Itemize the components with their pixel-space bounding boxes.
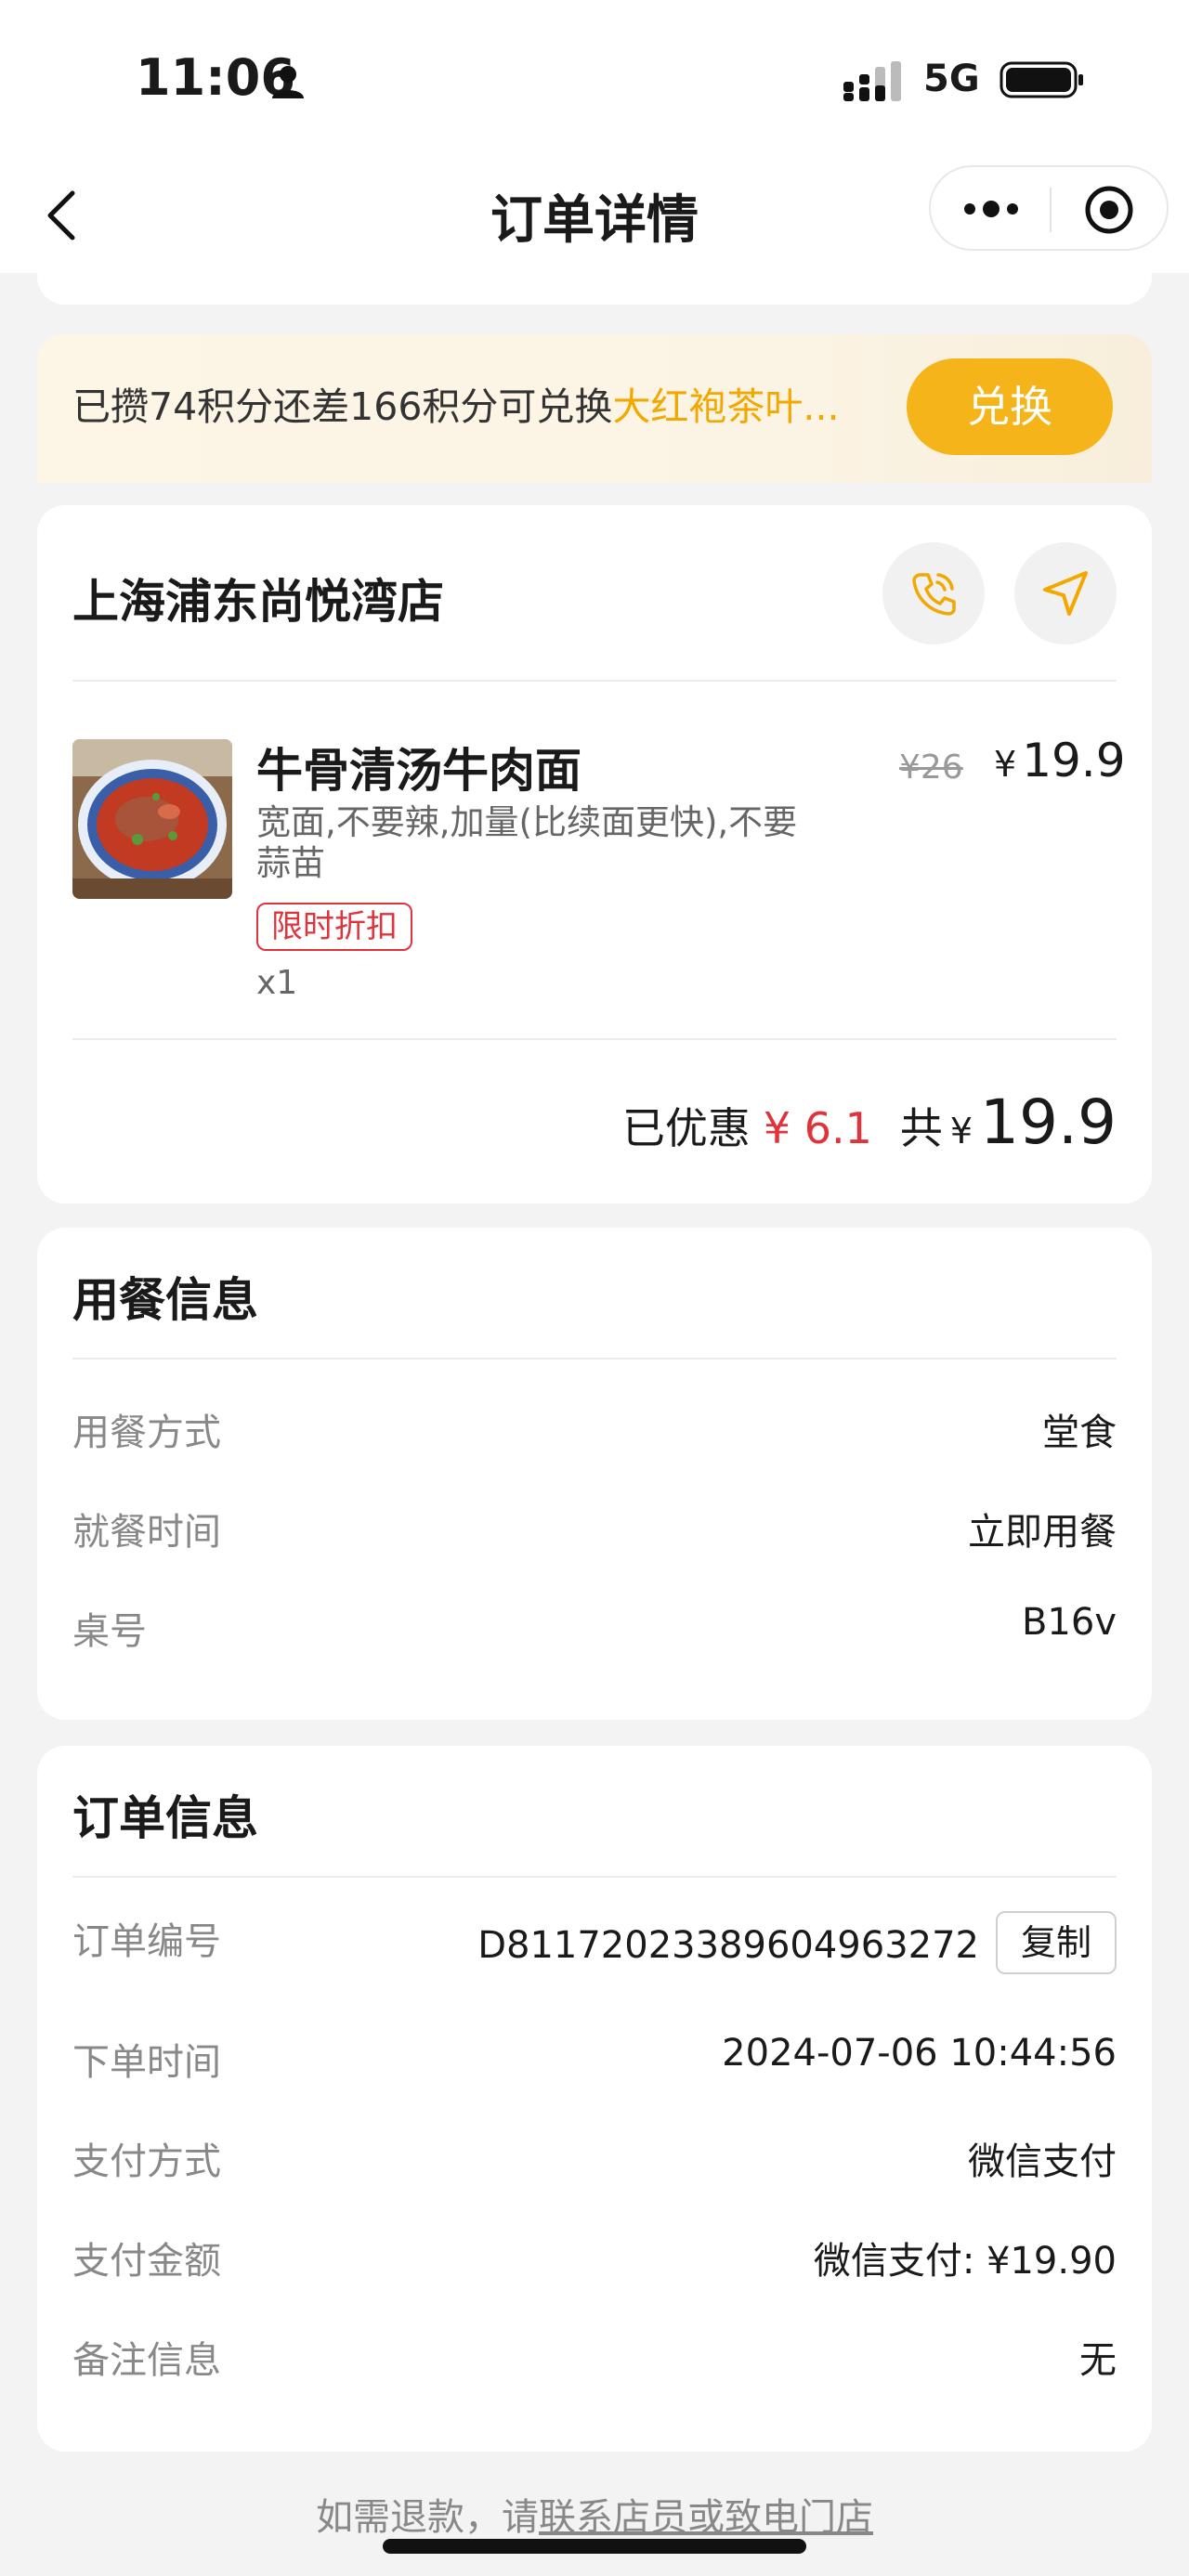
refund-note: 如需退款，请联系店员或致电门店	[0, 2487, 1189, 2541]
points-text: 已攒74积分还差166积分可兑换大红袍茶叶...	[72, 375, 840, 431]
store-divider	[72, 680, 1117, 682]
dine-info-divider	[72, 1358, 1117, 1360]
previous-card-edge	[37, 273, 1152, 305]
person-icon	[272, 66, 304, 98]
info-key: 就餐时间	[72, 1511, 221, 1554]
info-row: 备注信息 无	[72, 2322, 1117, 2382]
navigate-icon	[1043, 571, 1088, 616]
current-price: ¥19.9	[994, 734, 1126, 787]
copy-button[interactable]: 复制	[996, 1911, 1117, 1974]
order-number: D81172023389604963272	[477, 1924, 979, 1967]
nav-bar: 订单详情	[0, 158, 1189, 273]
info-key: 支付方式	[72, 2140, 221, 2183]
info-value: 微信支付: ¥19.90	[813, 2240, 1117, 2283]
discount-label: 已优惠	[621, 1103, 751, 1153]
store-card: 上海浦东尚悦湾店 牛骨清汤牛肉面 宽面,不要辣,加量(比续面更快),不要蒜苗 限…	[37, 505, 1152, 1203]
info-value: 2024-07-06 10:44:56	[722, 2032, 1117, 2075]
info-key: 桌号	[72, 1610, 147, 1653]
home-indicator[interactable]	[383, 2539, 806, 2554]
store-name: 上海浦东尚悦湾店	[72, 575, 444, 629]
info-row: 下单时间 2024-07-06 10:44:56	[72, 2024, 1117, 2084]
info-value: 堂食	[1042, 1412, 1117, 1454]
info-row: 用餐方式 堂食	[72, 1395, 1117, 1454]
item-divider	[72, 1038, 1117, 1040]
order-info-divider	[72, 1876, 1117, 1878]
call-store-button[interactable]	[882, 542, 985, 644]
more-icon[interactable]	[959, 188, 1024, 230]
points-prefix: 已攒74积分还差166积分可兑换	[72, 384, 613, 429]
navigate-store-button[interactable]	[1014, 542, 1117, 644]
refund-note-prefix: 如需退款，请	[316, 2496, 539, 2539]
info-value: B16v	[1021, 1601, 1117, 1644]
redeem-button[interactable]: 兑换	[907, 358, 1113, 455]
capsule-divider	[1050, 188, 1052, 232]
info-key: 支付金额	[72, 2240, 221, 2283]
dine-info-card: 用餐信息 用餐方式 堂食 就餐时间 立即用餐 桌号 B16v	[37, 1228, 1152, 1720]
price-summary: 已优惠 ¥ 6.1 共 ¥ 19.9	[622, 1086, 1117, 1158]
total-currency: ¥	[949, 1111, 973, 1151]
target-icon[interactable]	[1083, 184, 1135, 236]
dish-name: 牛骨清汤牛肉面	[256, 744, 581, 798]
info-row: 就餐时间 立即用餐	[72, 1494, 1117, 1554]
mini-program-capsule	[929, 165, 1169, 251]
info-key: 用餐方式	[72, 1412, 221, 1454]
total-value: 19.9	[980, 1086, 1117, 1158]
info-key: 下单时间	[72, 2041, 221, 2084]
points-banner: 已攒74积分还差166积分可兑换大红袍茶叶... 兑换	[37, 334, 1152, 483]
info-row: 订单编号 D81172023389604963272 复制	[72, 1911, 1117, 1976]
signal-icon	[843, 61, 901, 101]
dish-image	[72, 739, 232, 899]
info-value: 微信支付	[968, 2140, 1117, 2183]
phone-icon	[912, 573, 956, 616]
dine-info-title: 用餐信息	[72, 1273, 258, 1327]
discount-value: ¥ 6.1	[763, 1103, 872, 1153]
battery-icon	[1000, 61, 1083, 98]
info-row: 支付方式 微信支付	[72, 2124, 1117, 2183]
contact-store-link[interactable]: 联系店员或致电门店	[539, 2496, 873, 2539]
status-bar: 11:06 5G	[0, 0, 1189, 158]
order-info-card: 订单信息 订单编号 D81172023389604963272 复制 下单时间 …	[37, 1746, 1152, 2452]
info-key: 备注信息	[72, 2339, 221, 2382]
dish-spec: 宽面,不要辣,加量(比续面更快),不要蒜苗	[256, 802, 798, 883]
currency-symbol: ¥	[994, 744, 1017, 785]
dish-quantity: x1	[256, 964, 298, 1002]
info-value: 无	[1079, 2339, 1117, 2382]
discount-tag: 限时折扣	[256, 903, 412, 951]
total-label: 共	[899, 1103, 943, 1153]
original-price: ¥26	[899, 748, 963, 787]
info-key: 订单编号	[72, 1920, 221, 1963]
info-row: 桌号 B16v	[72, 1594, 1117, 1653]
price-value: 19.9	[1022, 734, 1126, 787]
order-info-title: 订单信息	[72, 1791, 258, 1845]
network-label: 5G	[923, 58, 980, 100]
points-reward[interactable]: 大红袍茶叶...	[612, 384, 839, 429]
info-value: 立即用餐	[968, 1511, 1117, 1554]
info-row: 支付金额 微信支付: ¥19.90	[72, 2223, 1117, 2283]
